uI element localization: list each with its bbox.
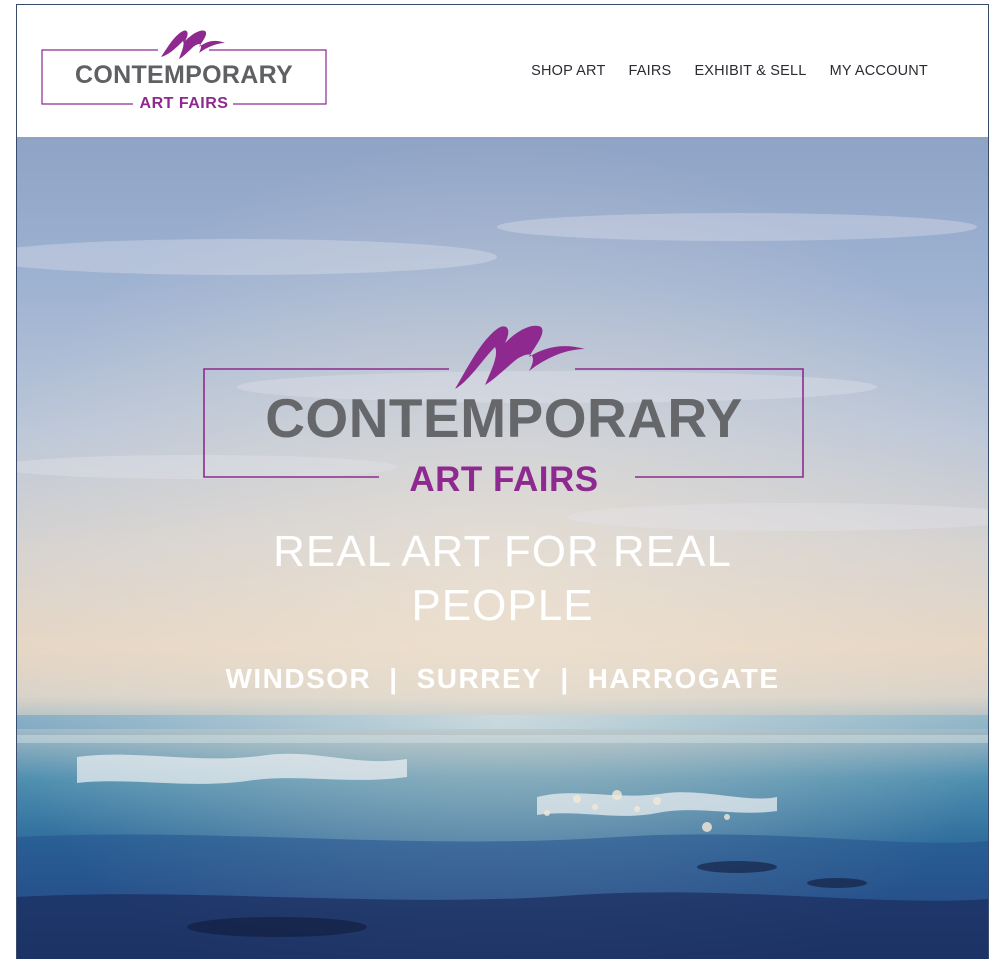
nav-shop-art[interactable]: SHOP ART bbox=[531, 63, 605, 79]
logo-title: CONTEMPORARY bbox=[75, 61, 293, 89]
hero-locations: WINDSOR | SURREY | HARROGATE bbox=[17, 663, 988, 695]
location-separator: | bbox=[560, 663, 570, 694]
main-nav: SHOP ART FAIRS EXHIBIT & SELL MY ACCOUNT bbox=[531, 63, 928, 79]
location-surrey[interactable]: SURREY bbox=[417, 663, 543, 695]
location-harrogate[interactable]: HARROGATE bbox=[588, 663, 780, 695]
site-logo[interactable]: CONTEMPORARY ART FAIRS bbox=[41, 27, 327, 109]
site-header: CONTEMPORARY ART FAIRS SHOP ART FAIRS EX… bbox=[17, 5, 988, 137]
page-frame: CONTEMPORARY ART FAIRS SHOP ART FAIRS EX… bbox=[16, 4, 989, 959]
logo-subtitle: ART FAIRS bbox=[140, 95, 229, 109]
logo-swoosh-icon bbox=[161, 30, 225, 59]
nav-fairs[interactable]: FAIRS bbox=[629, 63, 672, 79]
nav-my-account[interactable]: MY ACCOUNT bbox=[830, 63, 928, 79]
hero-logo-title: CONTEMPORARY bbox=[265, 387, 743, 449]
location-separator: | bbox=[389, 663, 399, 694]
hero-banner: CONTEMPORARY ART FAIRS REAL ART FOR REAL… bbox=[17, 137, 988, 959]
hero-tagline: REAL ART FOR REAL PEOPLE bbox=[17, 525, 988, 633]
hero-logo: CONTEMPORARY ART FAIRS bbox=[203, 325, 804, 499]
location-windsor[interactable]: WINDSOR bbox=[225, 663, 371, 695]
hero-logo-swoosh-icon bbox=[455, 325, 585, 389]
hero-tagline-line1: REAL ART FOR REAL bbox=[273, 527, 732, 576]
hero-tagline-line2: PEOPLE bbox=[411, 581, 594, 630]
nav-exhibit-sell[interactable]: EXHIBIT & SELL bbox=[694, 63, 806, 79]
hero-logo-subtitle: ART FAIRS bbox=[409, 460, 598, 499]
